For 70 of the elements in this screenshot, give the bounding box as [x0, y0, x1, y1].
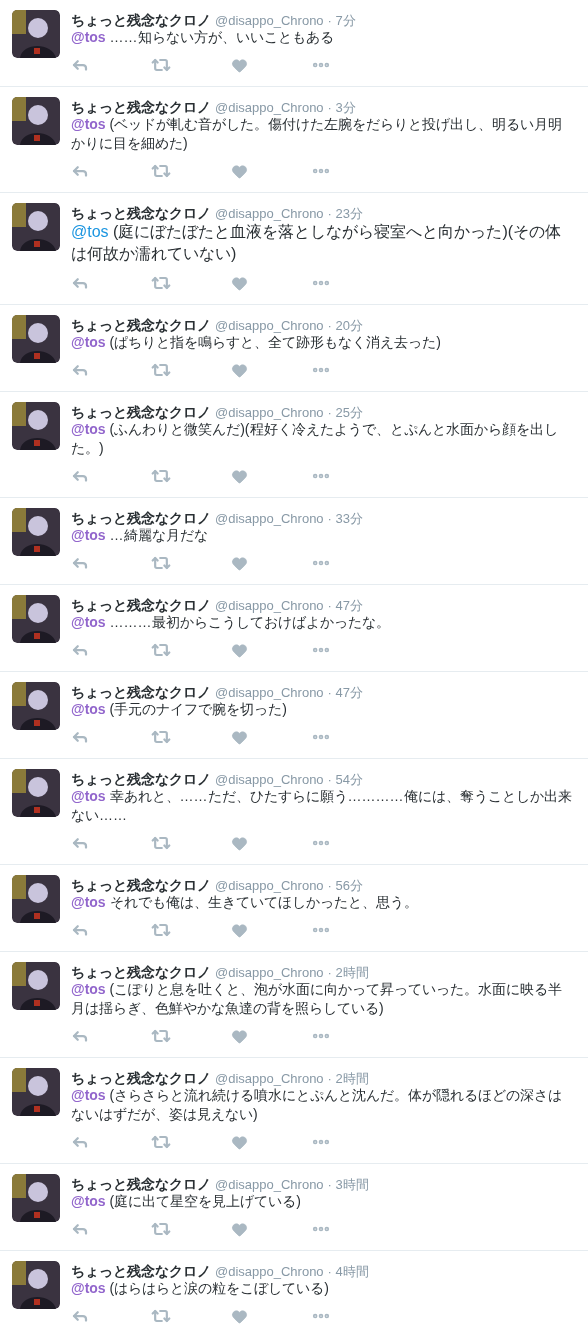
user-name[interactable]: ちょっと残念なクロノ: [71, 1174, 211, 1195]
tweet-text: @tos ………最初からこうしておけばよかったな。: [71, 613, 391, 632]
mention-link[interactable]: @tos: [71, 1280, 106, 1296]
user-handle[interactable]: @disappo_Chrono: [215, 1262, 324, 1282]
mention-link[interactable]: @tos: [71, 421, 106, 437]
mention-link[interactable]: @tos: [71, 981, 106, 997]
user-name[interactable]: ちょっと残念なクロノ: [71, 962, 211, 983]
tweet-text: @tos 幸あれと、……ただ、ひたすらに願う…………俺には、奪うことしか出来ない……: [71, 787, 573, 825]
user-handle[interactable]: @disappo_Chrono: [215, 770, 324, 790]
user-name[interactable]: ちょっと残念なクロノ: [71, 1068, 211, 1089]
mention-link[interactable]: @tos: [71, 29, 106, 45]
mention-link[interactable]: @tos: [71, 614, 106, 630]
timestamp[interactable]: · 56分: [327, 876, 363, 896]
timestamp[interactable]: · 20分: [327, 316, 363, 336]
tweet-text: @tos (ふんわりと微笑んだ)(程好く冷えたようで、とぷんと水面から顔を出した。): [71, 420, 559, 458]
mention-link[interactable]: @tos: [71, 894, 106, 910]
user-name[interactable]: ちょっと残念なクロノ: [71, 508, 211, 529]
tweet-text: @tos (さらさらと流れ続ける噴水にとぷんと沈んだ。体が隠れるほどの深さはないはずだが、姿は見えない): [71, 1086, 564, 1124]
user-handle[interactable]: @disappo_Chrono: [215, 316, 324, 336]
user-handle[interactable]: @disappo_Chrono: [215, 11, 324, 31]
user-name[interactable]: ちょっと残念なクロノ: [71, 203, 211, 224]
tweet-text: @tos (庭にぼたぼたと血液を落としながら寝室へと向かった)(その体は何故か濡れていない): [71, 222, 563, 264]
mention-link[interactable]: @tos: [71, 701, 106, 717]
tweet-text: @tos (庭に出て星空を見上げている): [71, 1192, 302, 1211]
mention-link[interactable]: @tos: [71, 1193, 106, 1209]
tweet-text: @tos …綺麗な月だな: [71, 526, 209, 545]
timestamp[interactable]: · 4時間: [327, 1262, 369, 1282]
user-handle[interactable]: @disappo_Chrono: [215, 963, 324, 983]
mention-link[interactable]: @tos: [71, 334, 106, 350]
tweet-text: @tos それでも俺は、生きていてほしかったと、思う。: [71, 893, 419, 912]
user-handle[interactable]: @disappo_Chrono: [215, 509, 324, 529]
user-name[interactable]: ちょっと残念なクロノ: [71, 682, 211, 703]
tweet-text: @tos (ベッドが軋む音がした。傷付けた左腕をだらりと投げ出し、明るい月明かりに目を細めた): [71, 115, 564, 153]
timestamp[interactable]: · 23分: [327, 204, 363, 224]
user-name[interactable]: ちょっと残念なクロノ: [71, 769, 211, 790]
user-handle[interactable]: @disappo_Chrono: [215, 403, 324, 423]
user-name[interactable]: ちょっと残念なクロノ: [71, 97, 211, 118]
tweet-text: @tos (はらはらと涙の粒をこぼしている): [71, 1279, 330, 1298]
tweet-text: @tos ……知らない方が、いいこともある: [71, 28, 335, 47]
user-handle[interactable]: @disappo_Chrono: [215, 683, 324, 703]
user-name[interactable]: ちょっと残念なクロノ: [71, 402, 211, 423]
user-handle[interactable]: @disappo_Chrono: [215, 204, 324, 224]
timestamp[interactable]: · 2時間: [327, 963, 369, 983]
timestamp[interactable]: · 54分: [327, 770, 363, 790]
timestamp[interactable]: · 33分: [327, 509, 363, 529]
tweet-text: @tos (ぱちりと指を鳴らすと、全て跡形もなく消え去った): [71, 333, 442, 352]
user-handle[interactable]: @disappo_Chrono: [215, 596, 324, 616]
timestamp[interactable]: · 47分: [327, 683, 363, 703]
mention-link[interactable]: @tos: [71, 527, 106, 543]
user-handle[interactable]: @disappo_Chrono: [215, 98, 324, 118]
timestamp[interactable]: · 47分: [327, 596, 363, 616]
user-name[interactable]: ちょっと残念なクロノ: [71, 875, 211, 896]
timestamp[interactable]: · 3時間: [327, 1175, 369, 1195]
timestamp[interactable]: · 3分: [327, 98, 356, 118]
tweet-text: @tos (こぽりと息を吐くと、泡が水面に向かって昇っていった。水面に映る半月は揺らぎ、色鮮やかな魚達の背を照らしている): [71, 980, 564, 1018]
user-name[interactable]: ちょっと残念なクロノ: [71, 10, 211, 31]
mention-link[interactable]: @tos: [71, 1087, 106, 1103]
mention-link[interactable]: @tos: [71, 788, 106, 804]
mention-link[interactable]: @tos: [71, 116, 106, 132]
user-name[interactable]: ちょっと残念なクロノ: [71, 595, 211, 616]
mention-link[interactable]: @tos: [71, 223, 109, 240]
timestamp[interactable]: · 2時間: [327, 1069, 369, 1089]
user-name[interactable]: ちょっと残念なクロノ: [71, 315, 211, 336]
tweet-text: @tos (手元のナイフで腕を切った): [71, 700, 288, 719]
timestamp[interactable]: · 7分: [327, 11, 356, 31]
user-handle[interactable]: @disappo_Chrono: [215, 1175, 324, 1195]
timestamp[interactable]: · 25分: [327, 403, 363, 423]
user-handle[interactable]: @disappo_Chrono: [215, 876, 324, 896]
user-name[interactable]: ちょっと残念なクロノ: [71, 1261, 211, 1282]
user-handle[interactable]: @disappo_Chrono: [215, 1069, 324, 1089]
